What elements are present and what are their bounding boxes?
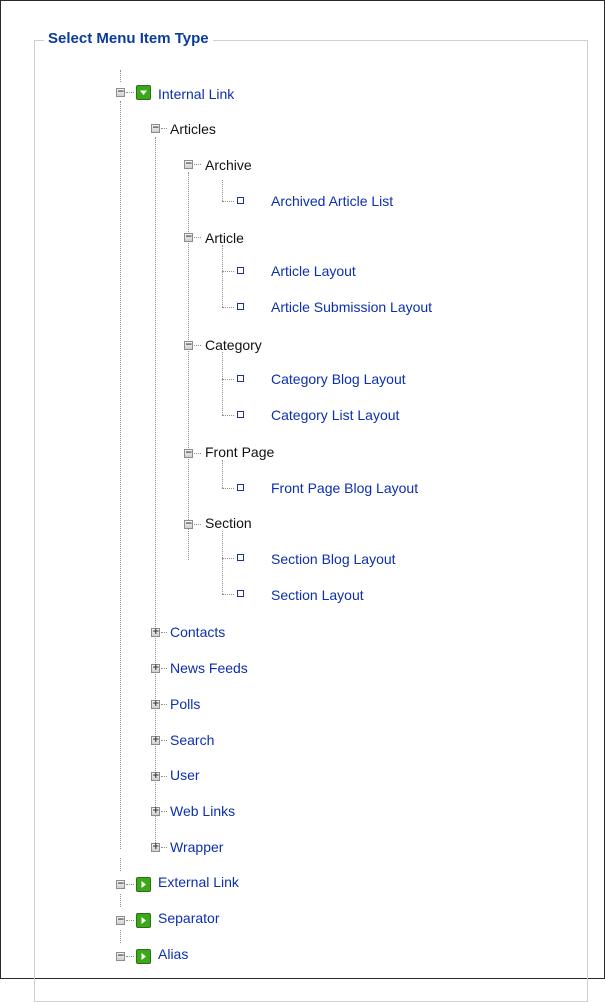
menu-type-fieldset [34,40,588,1002]
collapse-toggle-icon[interactable]: − [116,880,125,889]
tree-line [126,884,134,885]
leaf-node-icon [237,554,244,561]
tree-item-archive[interactable]: Archive [205,157,252,173]
tree-line [126,956,134,957]
tree-line [161,811,167,812]
tree-line [126,92,134,93]
expand-toggle-icon[interactable]: + [151,664,160,673]
collapse-toggle-icon[interactable]: − [116,916,125,925]
tree-item-separator[interactable]: Separator [158,910,219,926]
tree-line [222,180,223,201]
tree-line [126,920,134,921]
tree-item-user[interactable]: User [170,767,200,783]
tree-item-article-layout[interactable]: Article Layout [271,263,356,279]
tree-line [194,345,201,346]
tree-line [161,632,167,633]
leaf-node-icon [237,267,244,274]
expand-toggle-icon[interactable]: + [151,700,160,709]
tree-item-front-page-blog-layout[interactable]: Front Page Blog Layout [271,480,418,496]
tree-item-section-blog-layout[interactable]: Section Blog Layout [271,551,396,567]
tree-line [222,488,234,489]
tree-item-category-blog-layout[interactable]: Category Blog Layout [271,371,406,387]
collapse-toggle-icon[interactable]: − [184,520,193,529]
tree-item-news-feeds[interactable]: News Feeds [170,660,248,676]
leaf-node-icon [237,484,244,491]
tree-line [120,930,121,943]
tree-item-internal-link[interactable]: Internal Link [158,86,234,102]
tree-line [120,70,121,82]
tree-item-article-submission-layout[interactable]: Article Submission Layout [271,299,432,315]
collapsed-arrow-icon[interactable] [136,949,151,964]
expand-toggle-icon[interactable]: + [151,843,160,852]
leaf-node-icon [237,590,244,597]
expand-toggle-icon[interactable]: + [151,807,160,816]
tree-line [194,524,201,525]
tree-item-alias[interactable]: Alias [158,946,188,962]
tree-line [222,379,234,380]
tree-item-search[interactable]: Search [170,732,214,748]
tree-line [222,415,234,416]
tree-item-front-page[interactable]: Front Page [205,444,274,460]
tree-line [222,352,223,415]
tree-line [222,245,223,307]
tree-item-archived-article-list[interactable]: Archived Article List [271,193,393,209]
expand-toggle-icon[interactable]: + [151,736,160,745]
tree-line [120,858,121,871]
collapse-toggle-icon[interactable]: − [184,449,193,458]
tree-line [222,307,234,308]
tree-line [161,776,167,777]
tree-item-section-layout[interactable]: Section Layout [271,587,364,603]
expanded-arrow-icon[interactable] [136,85,151,100]
tree-line [222,594,234,595]
tree-line [161,740,167,741]
tree-line [222,271,234,272]
tree-line [222,201,234,202]
tree-line [194,453,201,454]
collapse-toggle-icon[interactable]: − [151,124,160,133]
expand-toggle-icon[interactable]: + [151,628,160,637]
tree-item-wrapper[interactable]: Wrapper [170,839,223,855]
tree-line [161,668,167,669]
tree-item-external-link[interactable]: External Link [158,874,239,890]
tree-item-article[interactable]: Article [205,230,244,246]
collapsed-arrow-icon[interactable] [136,877,151,892]
collapse-toggle-icon[interactable]: − [184,160,193,169]
collapse-toggle-icon[interactable]: − [184,341,193,350]
expand-toggle-icon[interactable]: + [151,772,160,781]
tree-item-contacts[interactable]: Contacts [170,624,225,640]
tree-line [194,164,201,165]
collapsed-arrow-icon[interactable] [136,913,151,928]
tree-line [222,558,234,559]
tree-line [120,894,121,907]
fieldset-legend: Select Menu Item Type [44,29,213,49]
tree-item-category-list-layout[interactable]: Category List Layout [271,407,399,423]
collapse-toggle-icon[interactable]: − [184,233,193,242]
tree-item-web-links[interactable]: Web Links [170,803,235,819]
leaf-node-icon [237,303,244,310]
tree-line [188,172,189,560]
tree-item-section[interactable]: Section [205,515,252,531]
collapse-toggle-icon[interactable]: − [116,88,125,97]
tree-line [222,531,223,594]
tree-line [222,460,223,488]
leaf-node-icon [237,197,244,204]
tree-item-category[interactable]: Category [205,337,262,353]
tree-line [161,704,167,705]
tree-item-articles[interactable]: Articles [170,121,216,137]
leaf-node-icon [237,411,244,418]
leaf-node-icon [237,375,244,382]
tree-line [161,847,167,848]
tree-line [194,237,201,238]
tree-item-polls[interactable]: Polls [170,696,200,712]
collapse-toggle-icon[interactable]: − [116,952,125,961]
tree-line [161,128,167,129]
tree-line [120,101,121,849]
